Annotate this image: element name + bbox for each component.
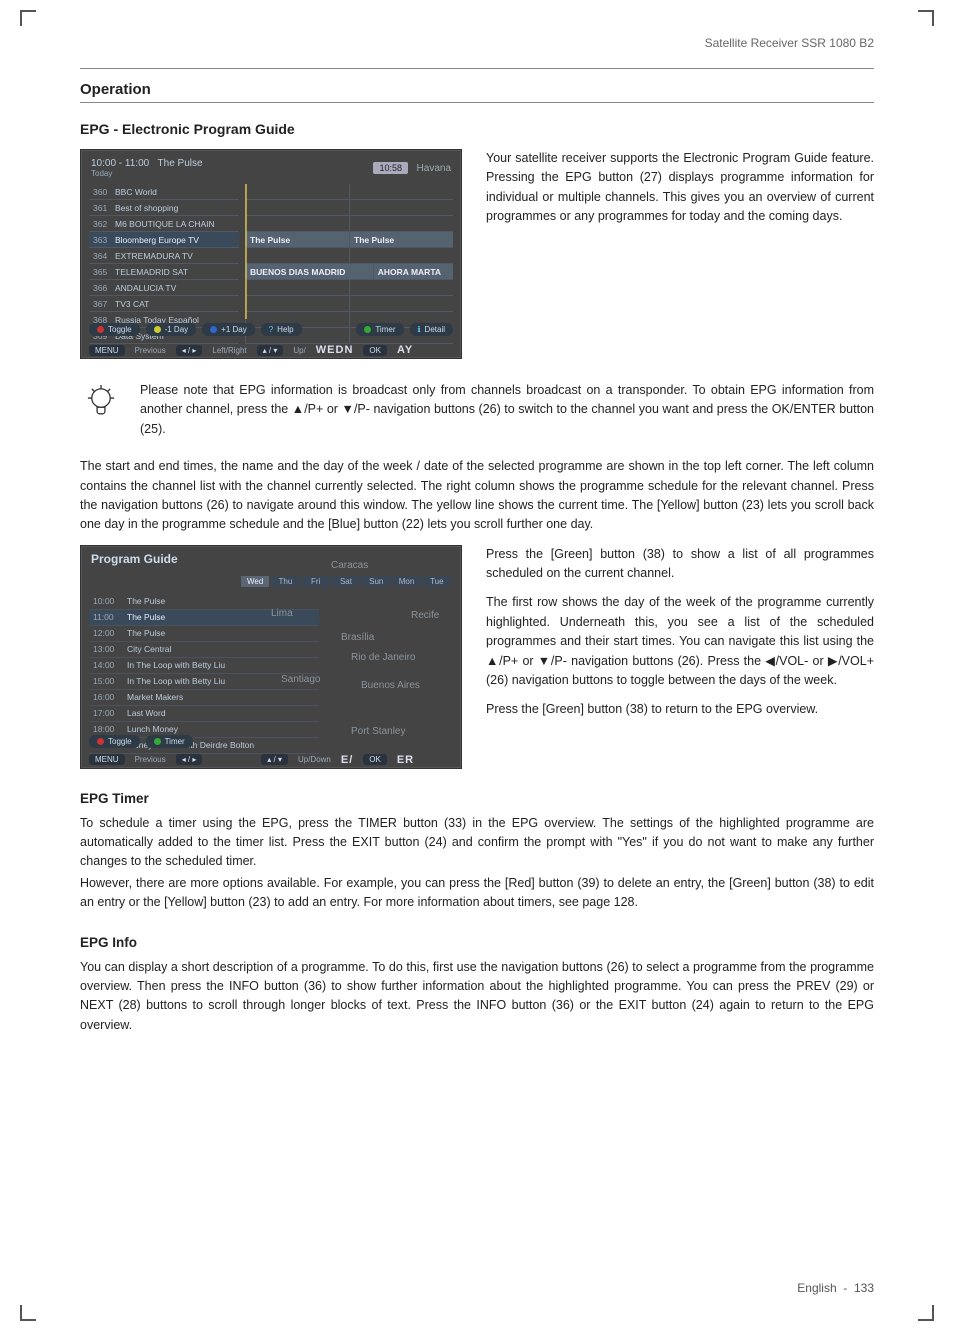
heading-operation: Operation bbox=[80, 81, 874, 98]
info-para: You can display a short description of a… bbox=[80, 958, 874, 1036]
day-tab: Sat bbox=[332, 576, 360, 587]
map-label: Brasília bbox=[341, 632, 374, 643]
green-para-3: Press the [Green] button (38) to return … bbox=[486, 700, 874, 719]
mid-paragraph: The start and end times, the name and th… bbox=[80, 457, 874, 535]
channel-row: 365TELEMADRID SAT bbox=[89, 264, 239, 280]
channel-row: 362M6 BOUTIQUE LA CHAIN bbox=[89, 216, 239, 232]
channel-row: 366ANDALUCIA TV bbox=[89, 280, 239, 296]
epg-button-hints: Toggle Timer bbox=[89, 735, 453, 748]
program-row: 14:00In The Loop with Betty Liu bbox=[89, 658, 319, 674]
epg-day-label: Today bbox=[91, 169, 203, 178]
crop-mark bbox=[918, 10, 934, 26]
map-label: Recife bbox=[411, 610, 439, 621]
map-label: Santiago bbox=[281, 674, 320, 685]
day-tab: Wed bbox=[241, 576, 269, 587]
crop-mark bbox=[20, 1305, 36, 1321]
map-label: Lima bbox=[271, 608, 293, 619]
green-para-1: Press the [Green] button (38) to show a … bbox=[486, 545, 874, 584]
epg-menu-bar: MENU Previous ◂ / ▸ ▴ / ▾ Up/Down E/ OK … bbox=[89, 754, 453, 766]
epg-channel-list: 360BBC World 361Best of shopping 362M6 B… bbox=[89, 184, 239, 344]
program-guide-title: Program Guide bbox=[81, 546, 461, 568]
timer-para-2: However, there are more options availabl… bbox=[80, 874, 874, 913]
lightbulb-icon bbox=[80, 381, 122, 423]
map-label: Buenos Aires bbox=[361, 680, 420, 691]
epg-schedule-grid: The PulseThe Pulse BUENOS DIAS MADRIDAHO… bbox=[245, 184, 453, 344]
program-row: 16:00Market Makers bbox=[89, 690, 319, 706]
crop-mark bbox=[20, 10, 36, 26]
plus-day-button: +1 Day bbox=[202, 323, 255, 336]
map-label: Caracas bbox=[331, 560, 368, 571]
program-row: 17:00Last Word bbox=[89, 706, 319, 722]
epg-overview-screenshot: 10:00 - 11:00 The Pulse Today 10:58 Hava… bbox=[80, 149, 462, 359]
heading-epg-timer: EPG Timer bbox=[80, 791, 874, 806]
map-label: Rio de Janeiro bbox=[351, 652, 415, 663]
green-para-2: The first row shows the day of the week … bbox=[486, 593, 874, 690]
detail-button: ℹ Detail bbox=[410, 323, 454, 336]
divider bbox=[80, 102, 874, 103]
day-tab: Fri bbox=[302, 576, 330, 587]
day-tabs: Wed Thu Fri Sat Sun Mon Tue bbox=[241, 576, 451, 587]
toggle-button: Toggle bbox=[89, 323, 140, 336]
epg-time-range: 10:00 - 11:00 The Pulse bbox=[91, 158, 203, 169]
program-guide-screenshot: Program Guide Wed Thu Fri Sat Sun Mon Tu… bbox=[80, 545, 462, 769]
divider bbox=[80, 68, 874, 69]
day-tab: Thu bbox=[271, 576, 299, 587]
epg-clock: 10:58 bbox=[373, 162, 408, 174]
heading-epg: EPG - Electronic Program Guide bbox=[80, 121, 874, 137]
timer-para-1: To schedule a timer using the EPG, press… bbox=[80, 814, 874, 872]
toggle-button: Toggle bbox=[89, 735, 140, 748]
program-row: 12:00The Pulse bbox=[89, 626, 319, 642]
epg-menu-bar: MENU Previous ◂ / ▸ Left/Right ▴ / ▾ Up/… bbox=[89, 344, 453, 356]
crop-mark bbox=[918, 1305, 934, 1321]
day-tab: Mon bbox=[392, 576, 420, 587]
epg-current-time-line bbox=[245, 184, 247, 319]
minus-day-button: -1 Day bbox=[146, 323, 197, 336]
timer-button: Timer bbox=[146, 735, 193, 748]
timer-button: Timer bbox=[356, 323, 403, 336]
channel-row-selected: 363Bloomberg Europe TV bbox=[89, 232, 239, 248]
heading-epg-info: EPG Info bbox=[80, 935, 874, 950]
intro-paragraph: Your satellite receiver supports the Ele… bbox=[486, 149, 874, 227]
channel-row: 367TV3 CAT bbox=[89, 296, 239, 312]
header-product: Satellite Receiver SSR 1080 B2 bbox=[80, 36, 874, 50]
note-paragraph: Please note that EPG information is broa… bbox=[140, 381, 874, 439]
page-footer: English - 133 bbox=[797, 1281, 874, 1295]
program-row: 13:00City Central bbox=[89, 642, 319, 658]
epg-map-city: Havana bbox=[417, 163, 451, 174]
channel-row: 364EXTREMADURA TV bbox=[89, 248, 239, 264]
channel-row: 360BBC World bbox=[89, 184, 239, 200]
day-tab: Sun bbox=[362, 576, 390, 587]
day-tab: Tue bbox=[423, 576, 451, 587]
help-button: ? Help bbox=[261, 323, 302, 336]
channel-row: 361Best of shopping bbox=[89, 200, 239, 216]
epg-button-hints: Toggle -1 Day +1 Day ? Help Timer ℹ Deta… bbox=[89, 323, 453, 336]
